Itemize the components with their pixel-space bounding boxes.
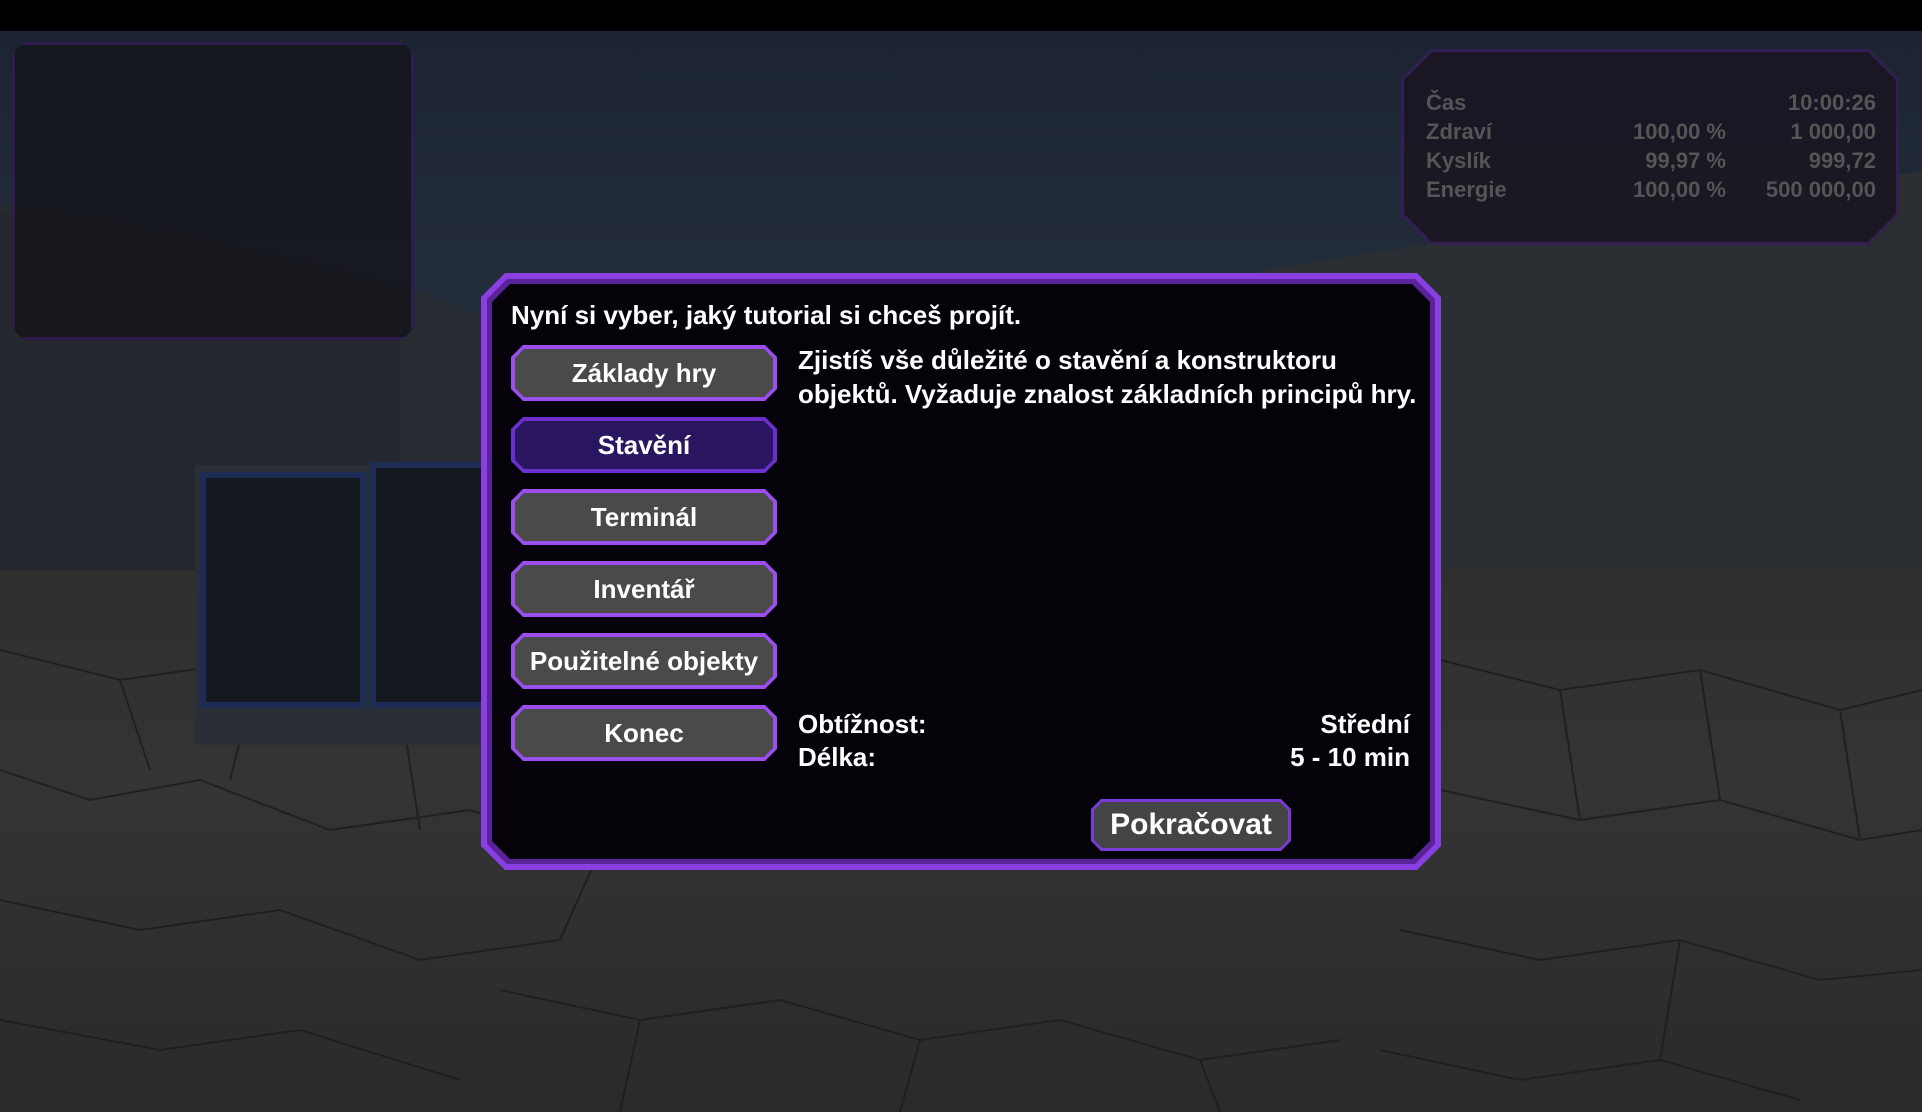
tutorial-button-inventory[interactable]: Inventář (511, 561, 777, 617)
stat-value: 999,72 (1808, 148, 1876, 173)
continue-label: Pokračovat (1110, 808, 1272, 841)
button-label: Terminál (590, 501, 698, 532)
stat-row-oxygen: Kyslík 99,97 % 999,72 (1426, 148, 1876, 176)
button-label: Základy hry (571, 357, 717, 388)
difficulty-value: Střední (1320, 709, 1410, 739)
tutorial-button-building[interactable]: Stavění (511, 417, 777, 473)
stat-row-time: Čas 10:00:26 (1426, 90, 1876, 118)
tutorial-button-end[interactable]: Konec (511, 705, 777, 761)
stat-value: 1 000,00 (1790, 119, 1876, 144)
difficulty-label: Obtížnost: (798, 709, 927, 739)
stat-percent: 100,00 % (1633, 119, 1726, 144)
tutorial-button-usable-objects[interactable]: Použitelné objekty (511, 633, 777, 689)
minimap-panel (12, 42, 414, 340)
button-label: Stavění (597, 429, 691, 460)
stat-label: Energie (1426, 177, 1507, 202)
stat-percent: 99,97 % (1645, 148, 1726, 173)
stat-value: 500 000,00 (1765, 177, 1876, 202)
dialog-title: Nyní si vyber, jaký tutorial si chceš pr… (511, 300, 1022, 330)
tutorial-button-basics[interactable]: Základy hry (511, 345, 777, 401)
length-value: 5 - 10 min (1290, 742, 1410, 772)
stat-label: Čas (1426, 90, 1467, 115)
difficulty-row: Obtížnost: Střední (798, 709, 1410, 741)
game-scene: Čas 10:00:26 Zdraví 100,00 % 1 000,00 Ky… (0, 0, 1922, 1112)
tutorial-description: Zjistíš vše důležité o stavění a konstru… (798, 345, 1417, 409)
button-label: Inventář (593, 573, 695, 604)
tutorial-button-terminal[interactable]: Terminál (511, 489, 777, 545)
stat-percent: 100,00 % (1633, 177, 1726, 202)
continue-button[interactable]: Pokračovat (1091, 799, 1291, 851)
stat-row-health: Zdraví 100,00 % 1 000,00 (1426, 119, 1876, 147)
length-row: Délka: 5 - 10 min (798, 742, 1410, 774)
stat-value: 10:00:26 (1787, 90, 1876, 115)
top-letterbox (0, 0, 1922, 31)
button-label: Konec (604, 717, 684, 748)
stat-row-energy: Energie 100,00 % 500 000,00 (1426, 177, 1876, 205)
stats-panel: Čas 10:00:26 Zdraví 100,00 % 1 000,00 Ky… (1404, 52, 1896, 242)
length-label: Délka: (798, 742, 877, 772)
stat-label: Kyslík (1426, 148, 1491, 173)
button-label: Použitelné objekty (529, 645, 759, 676)
stat-label: Zdraví (1426, 119, 1493, 144)
